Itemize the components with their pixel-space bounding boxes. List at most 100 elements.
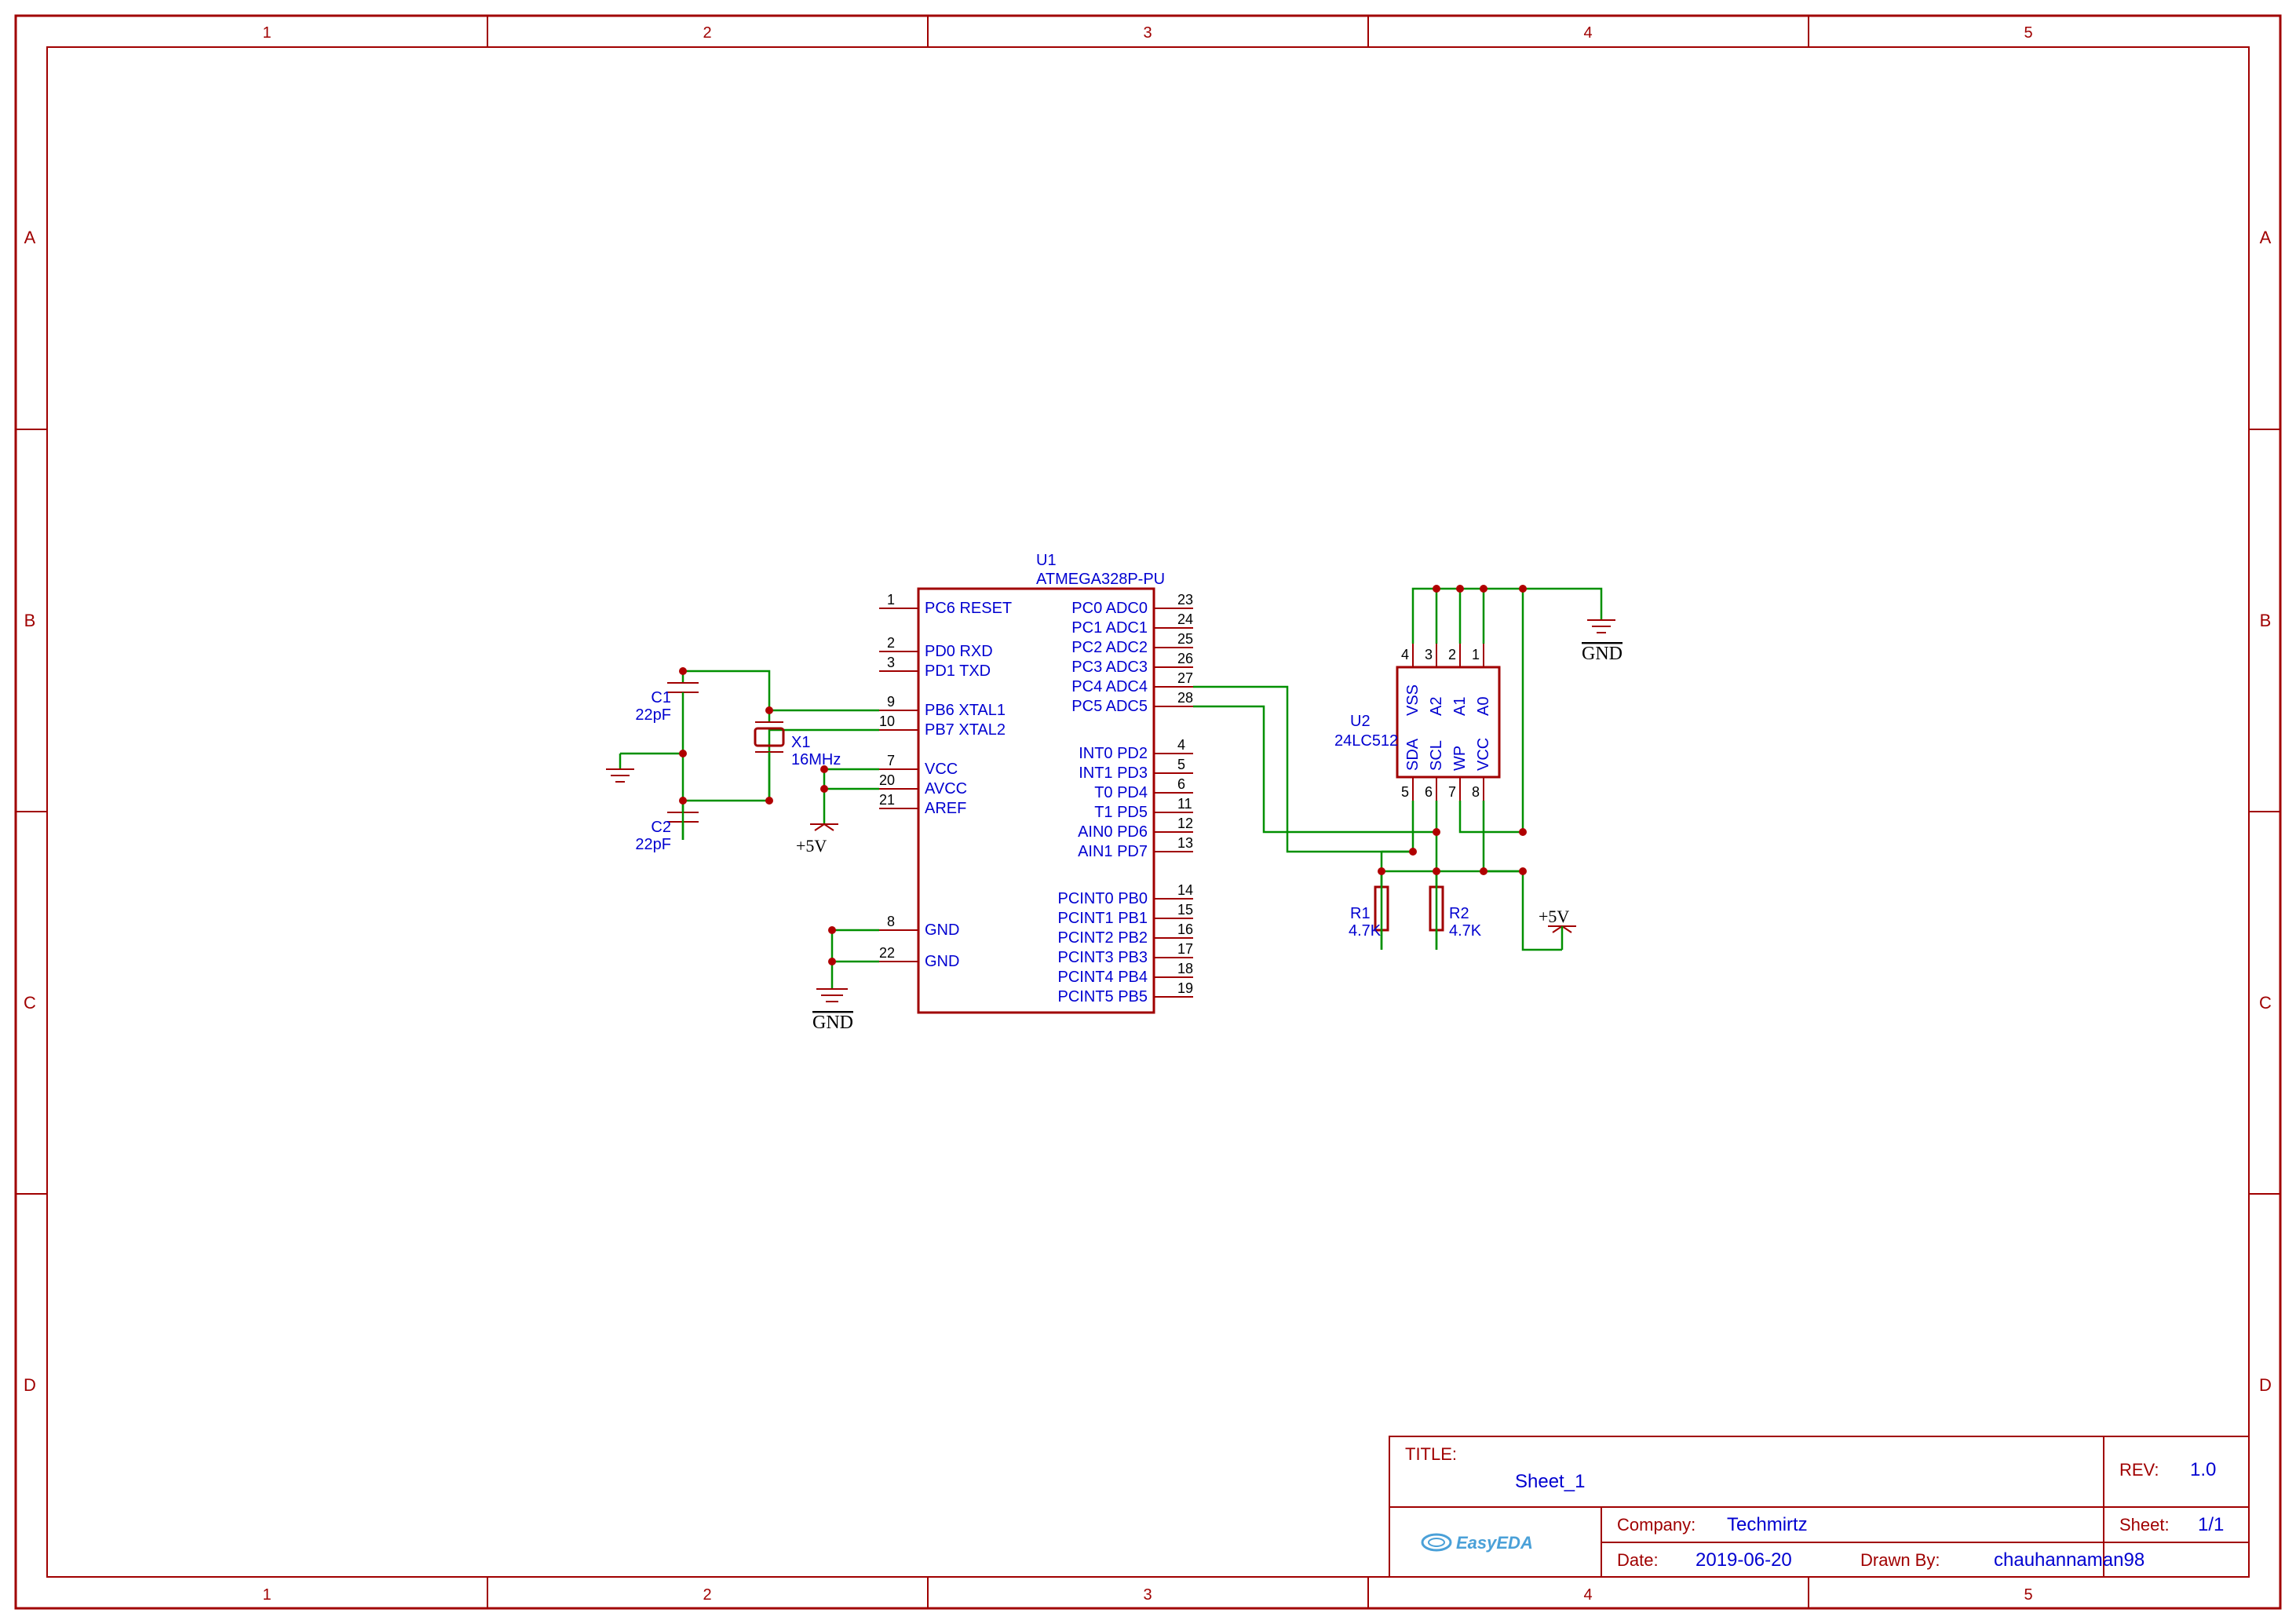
- svg-text:27: 27: [1177, 670, 1193, 686]
- svg-text:4: 4: [1177, 737, 1185, 753]
- svg-text:INT0 PD2: INT0 PD2: [1079, 745, 1148, 762]
- frame-col-3: 3: [1143, 24, 1152, 42]
- u1-gnd: GND: [812, 926, 879, 1033]
- svg-text:4.7K: 4.7K: [1349, 922, 1382, 940]
- u1-right-pins: 23PC0 ADC0 24PC1 ADC1 25PC2 ADC2 26PC3 A…: [1058, 592, 1194, 1005]
- svg-text:C1: C1: [651, 689, 671, 706]
- svg-text:5: 5: [1401, 784, 1409, 800]
- svg-text:PC2 ADC2: PC2 ADC2: [1071, 639, 1148, 656]
- svg-text:2: 2: [1448, 647, 1456, 662]
- u1-refdes: U1: [1036, 552, 1057, 569]
- gnd-symbol-left: [606, 754, 634, 782]
- svg-text:22pF: 22pF: [635, 836, 671, 853]
- svg-text:13: 13: [1177, 835, 1193, 851]
- svg-text:PC5 ADC5: PC5 ADC5: [1071, 698, 1148, 715]
- component-u1: U1 ATMEGA328P-PU 1 PC6 RESET 2 PD0 RXD 3…: [879, 552, 1193, 1013]
- titleblock-sheet: 1/1: [2198, 1514, 2224, 1535]
- svg-text:25: 25: [1177, 631, 1193, 647]
- svg-text:A2: A2: [1428, 697, 1445, 716]
- svg-text:PCINT1 PB1: PCINT1 PB1: [1058, 910, 1148, 927]
- svg-text:12: 12: [1177, 816, 1193, 831]
- svg-text:18: 18: [1177, 961, 1193, 976]
- svg-text:+5V: +5V: [1539, 907, 1569, 926]
- u2-refdes: U2: [1350, 713, 1371, 730]
- svg-text:A0: A0: [1475, 697, 1492, 716]
- svg-text:1: 1: [1472, 647, 1480, 662]
- svg-text:17: 17: [1177, 941, 1193, 957]
- u2-part: 24LC512: [1334, 732, 1398, 750]
- svg-text:VCC: VCC: [1475, 738, 1492, 771]
- svg-text:PC0 ADC0: PC0 ADC0: [1071, 600, 1148, 617]
- u1-part: ATMEGA328P-PU: [1036, 571, 1165, 588]
- svg-text:22: 22: [879, 945, 895, 961]
- svg-text:19: 19: [1177, 980, 1193, 996]
- svg-text:PD0 RXD: PD0 RXD: [925, 643, 993, 660]
- svg-text:1: 1: [887, 592, 895, 608]
- svg-text:26: 26: [1177, 651, 1193, 666]
- svg-text:PCINT3 PB3: PCINT3 PB3: [1058, 949, 1148, 966]
- titleblock-company: Techmirtz: [1727, 1514, 1808, 1535]
- svg-text:C: C: [24, 993, 36, 1013]
- svg-text:C2: C2: [651, 819, 671, 836]
- svg-text:28: 28: [1177, 690, 1193, 706]
- svg-text:1: 1: [262, 1586, 271, 1604]
- frame-col-1: 1: [262, 24, 271, 42]
- svg-text:3: 3: [887, 655, 895, 670]
- svg-text:Drawn By:: Drawn By:: [1860, 1550, 1940, 1570]
- svg-text:R2: R2: [1449, 905, 1469, 922]
- svg-text:A1: A1: [1451, 697, 1469, 716]
- frame-col-2: 2: [703, 24, 711, 42]
- svg-text:AIN1 PD7: AIN1 PD7: [1078, 843, 1148, 860]
- svg-text:A: A: [2260, 228, 2272, 247]
- u1-power: +5V: [796, 765, 879, 856]
- svg-text:14: 14: [1177, 882, 1193, 898]
- svg-text:T1 PD5: T1 PD5: [1094, 804, 1148, 821]
- svg-text:PD1 TXD: PD1 TXD: [925, 662, 991, 680]
- svg-text:2: 2: [887, 635, 895, 651]
- svg-text:5: 5: [2024, 1586, 2032, 1604]
- svg-text:PC1 ADC1: PC1 ADC1: [1071, 619, 1148, 637]
- component-r2: R2 4.7K: [1430, 832, 1482, 950]
- svg-text:20: 20: [879, 772, 895, 788]
- svg-text:PCINT4 PB4: PCINT4 PB4: [1058, 969, 1148, 986]
- u1-left-pins: 1 PC6 RESET 2 PD0 RXD 3 PD1 TXD 9 PB6 XT…: [879, 592, 1012, 970]
- svg-text:Sheet:: Sheet:: [2119, 1515, 2170, 1535]
- crystal-network: X1 16MHz C1 22pF C2 22pF: [606, 667, 879, 853]
- svg-text:3: 3: [1143, 1586, 1152, 1604]
- svg-text:PCINT2 PB2: PCINT2 PB2: [1058, 929, 1148, 947]
- svg-text:22pF: 22pF: [635, 706, 671, 724]
- svg-text:GND: GND: [925, 953, 959, 970]
- gnd-symbol-right: GND: [1582, 620, 1623, 664]
- svg-text:D: D: [2259, 1375, 2272, 1395]
- svg-text:5: 5: [1177, 757, 1185, 772]
- svg-text:AVCC: AVCC: [925, 780, 967, 797]
- svg-text:7: 7: [887, 753, 895, 768]
- svg-text:7: 7: [1448, 784, 1456, 800]
- power-5v-label: +5V: [796, 836, 827, 856]
- svg-text:AIN0 PD6: AIN0 PD6: [1078, 823, 1148, 841]
- svg-text:Company:: Company:: [1617, 1515, 1696, 1535]
- component-u2: U2 24LC512 4 3 2 1 VSS A2 A1 A0 5 6 7 8 …: [1334, 644, 1499, 801]
- component-x1: X1 16MHz: [755, 710, 841, 801]
- svg-text:PB6 XTAL1: PB6 XTAL1: [925, 702, 1006, 719]
- svg-text:10: 10: [879, 713, 895, 729]
- svg-text:VCC: VCC: [925, 761, 958, 778]
- svg-text:21: 21: [879, 792, 895, 808]
- titleblock-title-label: TITLE:: [1405, 1444, 1457, 1464]
- titleblock-rev: 1.0: [2190, 1459, 2216, 1480]
- frame-col-5: 5: [2024, 24, 2032, 42]
- svg-text:R1: R1: [1350, 905, 1371, 922]
- svg-text:8: 8: [1472, 784, 1480, 800]
- gnd-label: GND: [812, 1013, 853, 1033]
- svg-text:VSS: VSS: [1404, 684, 1422, 716]
- svg-text:SCL: SCL: [1428, 740, 1445, 771]
- svg-text:B: B: [24, 611, 36, 630]
- drawing-frame: 1 2 3 4 5 1 2 3 4 5 A B C D A B C D: [16, 16, 2280, 1608]
- svg-text:24: 24: [1177, 611, 1193, 627]
- svg-text:GND: GND: [925, 921, 959, 939]
- svg-text:WP: WP: [1451, 746, 1469, 771]
- svg-text:PC3 ADC3: PC3 ADC3: [1071, 659, 1148, 676]
- titleblock-title: Sheet_1: [1515, 1471, 1585, 1492]
- svg-text:PCINT5 PB5: PCINT5 PB5: [1058, 988, 1148, 1005]
- svg-text:Date:: Date:: [1617, 1550, 1659, 1570]
